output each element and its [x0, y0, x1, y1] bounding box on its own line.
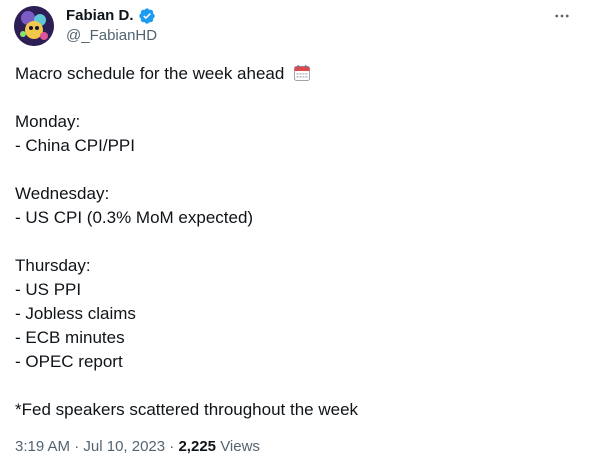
more-options-button[interactable]: [551, 6, 573, 26]
wednesday-label: Wednesday:: [15, 184, 110, 203]
views-count[interactable]: 2,225: [178, 438, 216, 455]
author-names: Fabian D. @_FabianHD: [66, 6, 157, 46]
thursday-item: - OPEC report: [15, 352, 123, 371]
tweet-headline-line: Macro schedule for the week ahead: [15, 62, 575, 86]
monday-label: Monday:: [15, 112, 81, 131]
monday-item: - China CPI/PPI: [15, 136, 135, 155]
meta-separator: ·: [74, 438, 80, 455]
calendar-icon: [293, 64, 311, 82]
tweet-date[interactable]: Jul 10, 2023: [83, 438, 165, 455]
author-handle[interactable]: @_FabianHD: [66, 26, 157, 46]
tweet-time[interactable]: 3:19 AM: [15, 438, 70, 455]
name-row: Fabian D.: [66, 6, 157, 26]
views-label[interactable]: Views: [220, 438, 260, 455]
thursday-item: - US PPI: [15, 280, 82, 299]
tweet-footnote: *Fed speakers scattered throughout the w…: [15, 400, 359, 419]
wednesday-item: - US CPI (0.3% MoM expected): [15, 208, 254, 227]
thursday-label: Thursday:: [15, 256, 91, 275]
tweet-card: Fabian D. @_FabianHD Macro schedule for …: [0, 0, 595, 471]
thursday-item: - Jobless claims: [15, 304, 136, 323]
more-horizontal-icon: [555, 14, 569, 18]
meta-separator: ·: [169, 438, 175, 455]
thursday-item: - ECB minutes: [15, 328, 125, 347]
tweet-header: Fabian D. @_FabianHD: [14, 4, 581, 48]
tweet-text: Macro schedule for the week ahead Monday…: [15, 62, 575, 422]
tweet-headline: Macro schedule for the week ahead: [15, 64, 285, 83]
verified-badge-icon[interactable]: [138, 7, 156, 25]
tweet-meta: 3:19 AM · Jul 10, 2023 · 2,225 Views: [15, 437, 260, 457]
author-display-name[interactable]: Fabian D.: [66, 6, 134, 26]
avatar[interactable]: [14, 6, 54, 46]
avatar-image: [14, 6, 54, 46]
